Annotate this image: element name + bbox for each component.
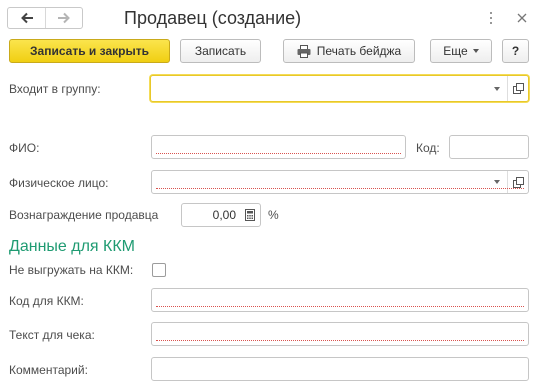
group-dropdown-button[interactable] — [487, 76, 507, 101]
no-upload-label: Не выгружать на ККМ: — [9, 263, 134, 277]
receipt-text-label: Текст для чека: — [9, 328, 95, 342]
close-icon[interactable] — [513, 9, 531, 27]
code-label: Код: — [416, 141, 440, 155]
help-button[interactable]: ? — [502, 39, 529, 63]
no-upload-checkbox[interactable] — [152, 263, 166, 277]
forward-button[interactable] — [45, 8, 82, 28]
kkm-code-field[interactable] — [151, 288, 529, 312]
save-and-close-button[interactable]: Записать и закрыть — [9, 39, 170, 63]
printer-icon — [297, 44, 311, 58]
fio-field[interactable] — [151, 135, 406, 159]
kkm-code-label: Код для ККМ: — [9, 294, 84, 308]
fio-label: ФИО: — [9, 141, 40, 155]
reward-label: Вознаграждение продавца — [9, 208, 159, 222]
group-label: Входит в группу: — [9, 82, 101, 96]
more-button[interactable]: Еще — [430, 39, 492, 63]
arrow-right-icon — [58, 12, 70, 24]
chevron-down-icon — [472, 49, 479, 53]
back-button[interactable] — [8, 8, 45, 28]
person-open-button[interactable] — [507, 171, 528, 193]
comment-label: Комментарий: — [9, 363, 88, 377]
print-badge-label: Печать бейджа — [316, 44, 402, 58]
more-label: Еще — [443, 44, 468, 58]
person-dropdown-button[interactable] — [487, 171, 507, 193]
reward-field[interactable]: 0,00 — [181, 203, 261, 227]
open-form-icon — [512, 83, 524, 94]
kebab-menu-icon[interactable] — [486, 9, 496, 27]
reward-unit: % — [268, 208, 279, 222]
kkm-section-title: Данные для ККМ — [9, 238, 135, 255]
help-label: ? — [511, 44, 520, 58]
arrow-left-icon — [20, 12, 33, 24]
reward-value: 0,00 — [212, 208, 236, 222]
chevron-down-icon — [494, 86, 500, 91]
receipt-text-field[interactable] — [151, 322, 529, 346]
save-label: Записать — [194, 44, 247, 58]
save-and-close-label: Записать и закрыть — [30, 44, 149, 58]
save-button[interactable]: Записать — [180, 39, 261, 63]
group-open-button[interactable] — [507, 76, 528, 101]
open-form-icon — [512, 176, 524, 188]
calculator-icon[interactable] — [240, 204, 260, 226]
comment-field[interactable] — [151, 357, 529, 381]
window-title: Продавец (создание) — [124, 8, 302, 28]
chevron-down-icon — [494, 180, 500, 184]
code-field[interactable] — [449, 135, 529, 159]
navigation-buttons — [7, 7, 83, 29]
person-field[interactable] — [151, 170, 529, 194]
print-badge-button[interactable]: Печать бейджа — [283, 39, 415, 63]
person-label: Физическое лицо: — [9, 176, 109, 190]
group-field[interactable] — [150, 75, 529, 102]
